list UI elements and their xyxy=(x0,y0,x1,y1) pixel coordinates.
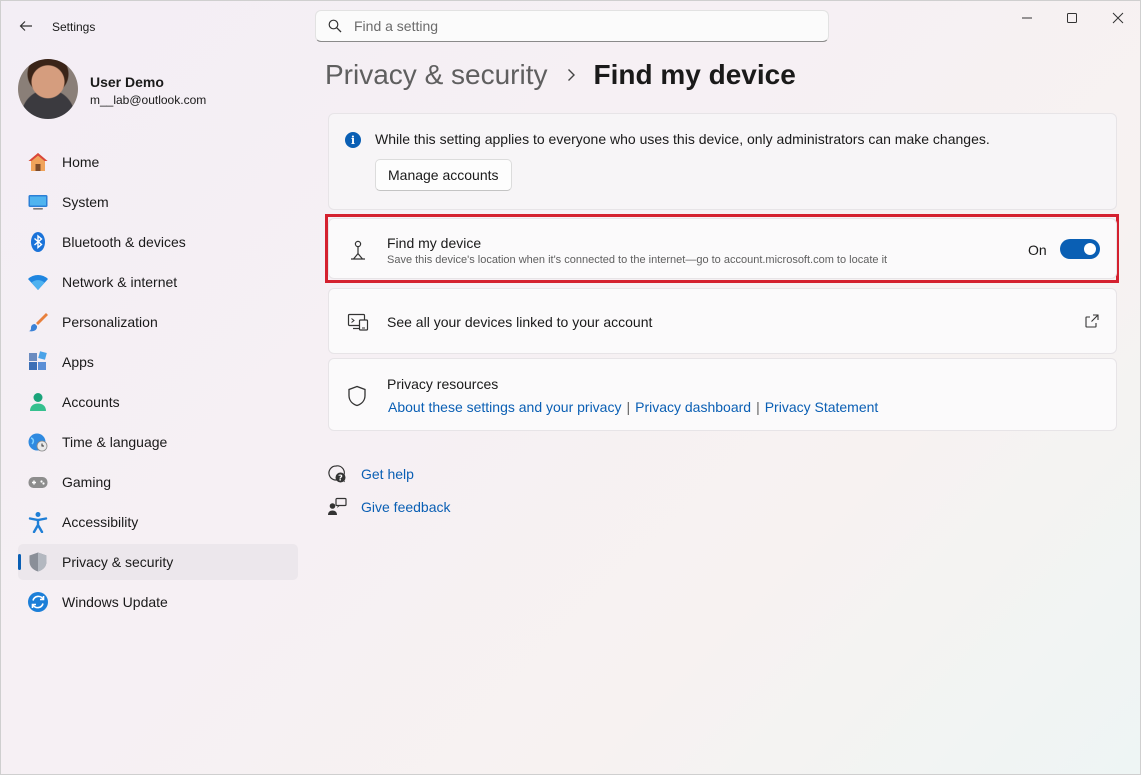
admin-info-card: i While this setting applies to everyone… xyxy=(328,113,1117,210)
sidebar-item-accessibility[interactable]: Accessibility xyxy=(18,504,298,540)
privacy-dashboard-link[interactable]: Privacy dashboard xyxy=(635,399,751,415)
sidebar-item-home[interactable]: Home xyxy=(18,144,298,180)
home-icon xyxy=(27,151,49,173)
sidebar-item-label: Accessibility xyxy=(62,514,138,530)
find-my-device-card[interactable]: Find my device Save this device's locati… xyxy=(328,218,1117,279)
about-settings-link[interactable]: About these settings and your privacy xyxy=(388,399,621,415)
user-name: User Demo xyxy=(90,74,164,90)
maximize-button[interactable] xyxy=(1057,7,1087,29)
toggle-state-label: On xyxy=(1028,242,1047,258)
breadcrumb-parent[interactable]: Privacy & security xyxy=(325,59,548,91)
open-external-icon xyxy=(1084,313,1100,329)
avatar[interactable] xyxy=(18,59,78,119)
sidebar-item-label: Privacy & security xyxy=(62,554,173,570)
search-icon xyxy=(328,19,342,33)
sidebar-item-accounts[interactable]: Accounts xyxy=(18,384,298,420)
shield-icon xyxy=(27,551,49,573)
search-box[interactable] xyxy=(315,10,829,42)
link-divider: | xyxy=(756,399,760,415)
sidebar-item-label: Personalization xyxy=(62,314,158,330)
apps-icon xyxy=(27,351,49,373)
sidebar-item-label: Time & language xyxy=(62,434,167,450)
feedback-icon xyxy=(327,497,347,517)
sidebar-item-label: Apps xyxy=(62,354,94,370)
find-my-device-description: Save this device's location when it's co… xyxy=(387,254,887,266)
back-arrow-icon xyxy=(19,19,33,33)
admin-info-text: While this setting applies to everyone w… xyxy=(375,131,990,147)
toggle-knob xyxy=(1084,243,1096,255)
sidebar-item-bluetooth[interactable]: Bluetooth & devices xyxy=(18,224,298,260)
page-title: Find my device xyxy=(594,59,796,91)
system-icon xyxy=(27,191,49,213)
bluetooth-icon xyxy=(27,231,49,253)
sidebar-item-network[interactable]: Network & internet xyxy=(18,264,298,300)
sidebar-item-time-language[interactable]: Time & language xyxy=(18,424,298,460)
close-icon xyxy=(1112,12,1124,24)
find-device-icon xyxy=(347,239,369,261)
user-email: m__lab@outlook.com xyxy=(90,93,206,107)
close-button[interactable] xyxy=(1103,7,1133,29)
sidebar-item-label: Bluetooth & devices xyxy=(62,234,186,250)
privacy-resources-links: About these settings and your privacy | … xyxy=(388,399,878,415)
app-title: Settings xyxy=(52,20,95,34)
sidebar-item-windows-update[interactable]: Windows Update xyxy=(18,584,298,620)
sidebar-item-privacy-security[interactable]: Privacy & security xyxy=(18,544,298,580)
gamepad-icon xyxy=(27,471,49,493)
maximize-icon xyxy=(1066,12,1078,24)
sidebar-item-label: Gaming xyxy=(62,474,111,490)
sidebar-nav: Home System Bluetooth & devices Network … xyxy=(18,144,298,624)
sidebar-item-system[interactable]: System xyxy=(18,184,298,220)
privacy-resources-title: Privacy resources xyxy=(387,376,498,392)
privacy-resources-card: Privacy resources About these settings a… xyxy=(328,358,1117,431)
info-icon: i xyxy=(345,132,361,148)
search-input[interactable] xyxy=(354,18,794,34)
help-icon: ? xyxy=(327,464,347,484)
accessibility-icon xyxy=(27,511,49,533)
chevron-right-icon xyxy=(561,68,581,82)
sidebar-item-label: System xyxy=(62,194,109,210)
manage-accounts-button[interactable]: Manage accounts xyxy=(375,159,512,191)
shield-outline-icon xyxy=(347,385,367,407)
sidebar-item-label: Network & internet xyxy=(62,274,177,290)
sidebar-item-label: Accounts xyxy=(62,394,120,410)
back-button[interactable] xyxy=(15,15,37,37)
give-feedback-link[interactable]: Give feedback xyxy=(361,499,451,515)
get-help-row[interactable]: ? Get help xyxy=(327,464,414,484)
sidebar-item-apps[interactable]: Apps xyxy=(18,344,298,380)
devices-icon xyxy=(347,311,369,333)
linked-devices-label: See all your devices linked to your acco… xyxy=(387,314,652,330)
find-my-device-toggle[interactable] xyxy=(1060,239,1100,259)
sidebar-item-gaming[interactable]: Gaming xyxy=(18,464,298,500)
svg-text:?: ? xyxy=(338,474,343,483)
find-my-device-title: Find my device xyxy=(387,235,481,251)
breadcrumb: Privacy & security Find my device xyxy=(325,59,796,91)
sidebar-item-label: Home xyxy=(62,154,99,170)
settings-window: Settings User Demo m__lab@outlook.com Ho… xyxy=(0,0,1141,775)
accounts-icon xyxy=(27,391,49,413)
get-help-link[interactable]: Get help xyxy=(361,466,414,482)
linked-devices-card[interactable]: See all your devices linked to your acco… xyxy=(328,288,1117,354)
give-feedback-row[interactable]: Give feedback xyxy=(327,497,451,517)
minimize-button[interactable] xyxy=(1012,7,1042,29)
brush-icon xyxy=(27,311,49,333)
link-divider: | xyxy=(626,399,630,415)
sidebar-item-label: Windows Update xyxy=(62,594,168,610)
privacy-statement-link[interactable]: Privacy Statement xyxy=(765,399,879,415)
globe-clock-icon xyxy=(27,431,49,453)
wifi-icon xyxy=(27,271,49,293)
update-icon xyxy=(27,591,49,613)
sidebar-item-personalization[interactable]: Personalization xyxy=(18,304,298,340)
minimize-icon xyxy=(1021,12,1033,24)
